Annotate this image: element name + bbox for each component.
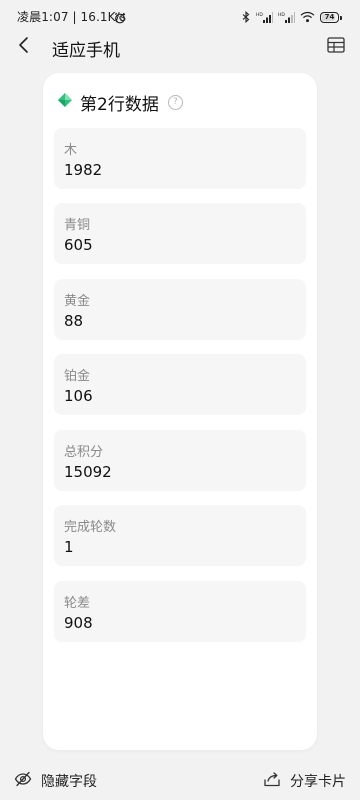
alarm-icon (114, 9, 126, 24)
field-label: 黄金 (64, 294, 91, 309)
card-title: 第2行数据 (80, 94, 159, 115)
field-label: 完成轮数 (64, 520, 117, 535)
field-label: 铂金 (64, 369, 91, 384)
status-time: 凌晨1:07 | 16.1K/s (17, 10, 127, 24)
chevron-left-icon (17, 36, 31, 58)
page-title: 适应手机 (52, 41, 120, 61)
row-data-card: 第2行数据 ? 木 1982 青铜 605 黄金 88 铂金 106 总积分 1… (43, 73, 317, 750)
field-label: 总积分 (64, 445, 104, 460)
hide-fields-button[interactable]: 隐藏字段 (14, 770, 97, 792)
signal-hd-icon-2: HD (278, 8, 295, 27)
table-icon (327, 37, 345, 57)
battery-icon: 74 (320, 12, 339, 23)
field-card: 青铜 605 (54, 203, 306, 264)
status-icons: HD HD 74 (241, 8, 342, 27)
share-card-label: 分享卡片 (290, 774, 346, 790)
field-label: 轮差 (64, 596, 91, 611)
field-value: 1982 (64, 161, 103, 179)
table-view-button[interactable] (324, 35, 348, 59)
question-circle-icon[interactable]: ? (167, 94, 183, 110)
field-card: 铂金 106 (54, 354, 306, 415)
field-value: 605 (64, 236, 93, 254)
hide-fields-label: 隐藏字段 (41, 774, 97, 790)
field-value: 908 (64, 614, 93, 632)
status-bar: 凌晨1:07 | 16.1K/s HD HD 74 (0, 0, 360, 32)
field-value: 106 (64, 387, 93, 405)
share-icon (263, 770, 281, 792)
diamond-icon (57, 92, 73, 112)
signal-hd-icon-1: HD (256, 8, 273, 27)
svg-text:HD: HD (278, 12, 285, 18)
field-label: 青铜 (64, 218, 91, 233)
field-value: 15092 (64, 463, 112, 481)
field-card: 完成轮数 1 (54, 505, 306, 566)
share-card-button[interactable]: 分享卡片 (263, 770, 346, 792)
bottom-bar: 隐藏字段 分享卡片 (0, 762, 360, 800)
bluetooth-icon (241, 8, 251, 27)
field-label: 木 (64, 143, 78, 158)
field-card: 总积分 15092 (54, 430, 306, 491)
field-value: 1 (64, 538, 74, 556)
app-header: 适应手机 (0, 32, 360, 62)
field-card: 木 1982 (54, 128, 306, 189)
eye-slash-icon (14, 770, 32, 792)
field-card: 黄金 88 (54, 279, 306, 340)
card-header: 第2行数据 ? (57, 90, 183, 115)
battery-nub (340, 15, 342, 20)
field-value: 88 (64, 312, 84, 330)
wifi-icon (300, 8, 315, 27)
battery-level: 74 (324, 13, 335, 21)
svg-text:HD: HD (256, 12, 263, 18)
screen: 凌晨1:07 | 16.1K/s HD HD 74 适应手机 第2行数据 ? 木… (0, 0, 360, 800)
back-button[interactable] (12, 35, 36, 59)
field-card: 轮差 908 (54, 581, 306, 642)
